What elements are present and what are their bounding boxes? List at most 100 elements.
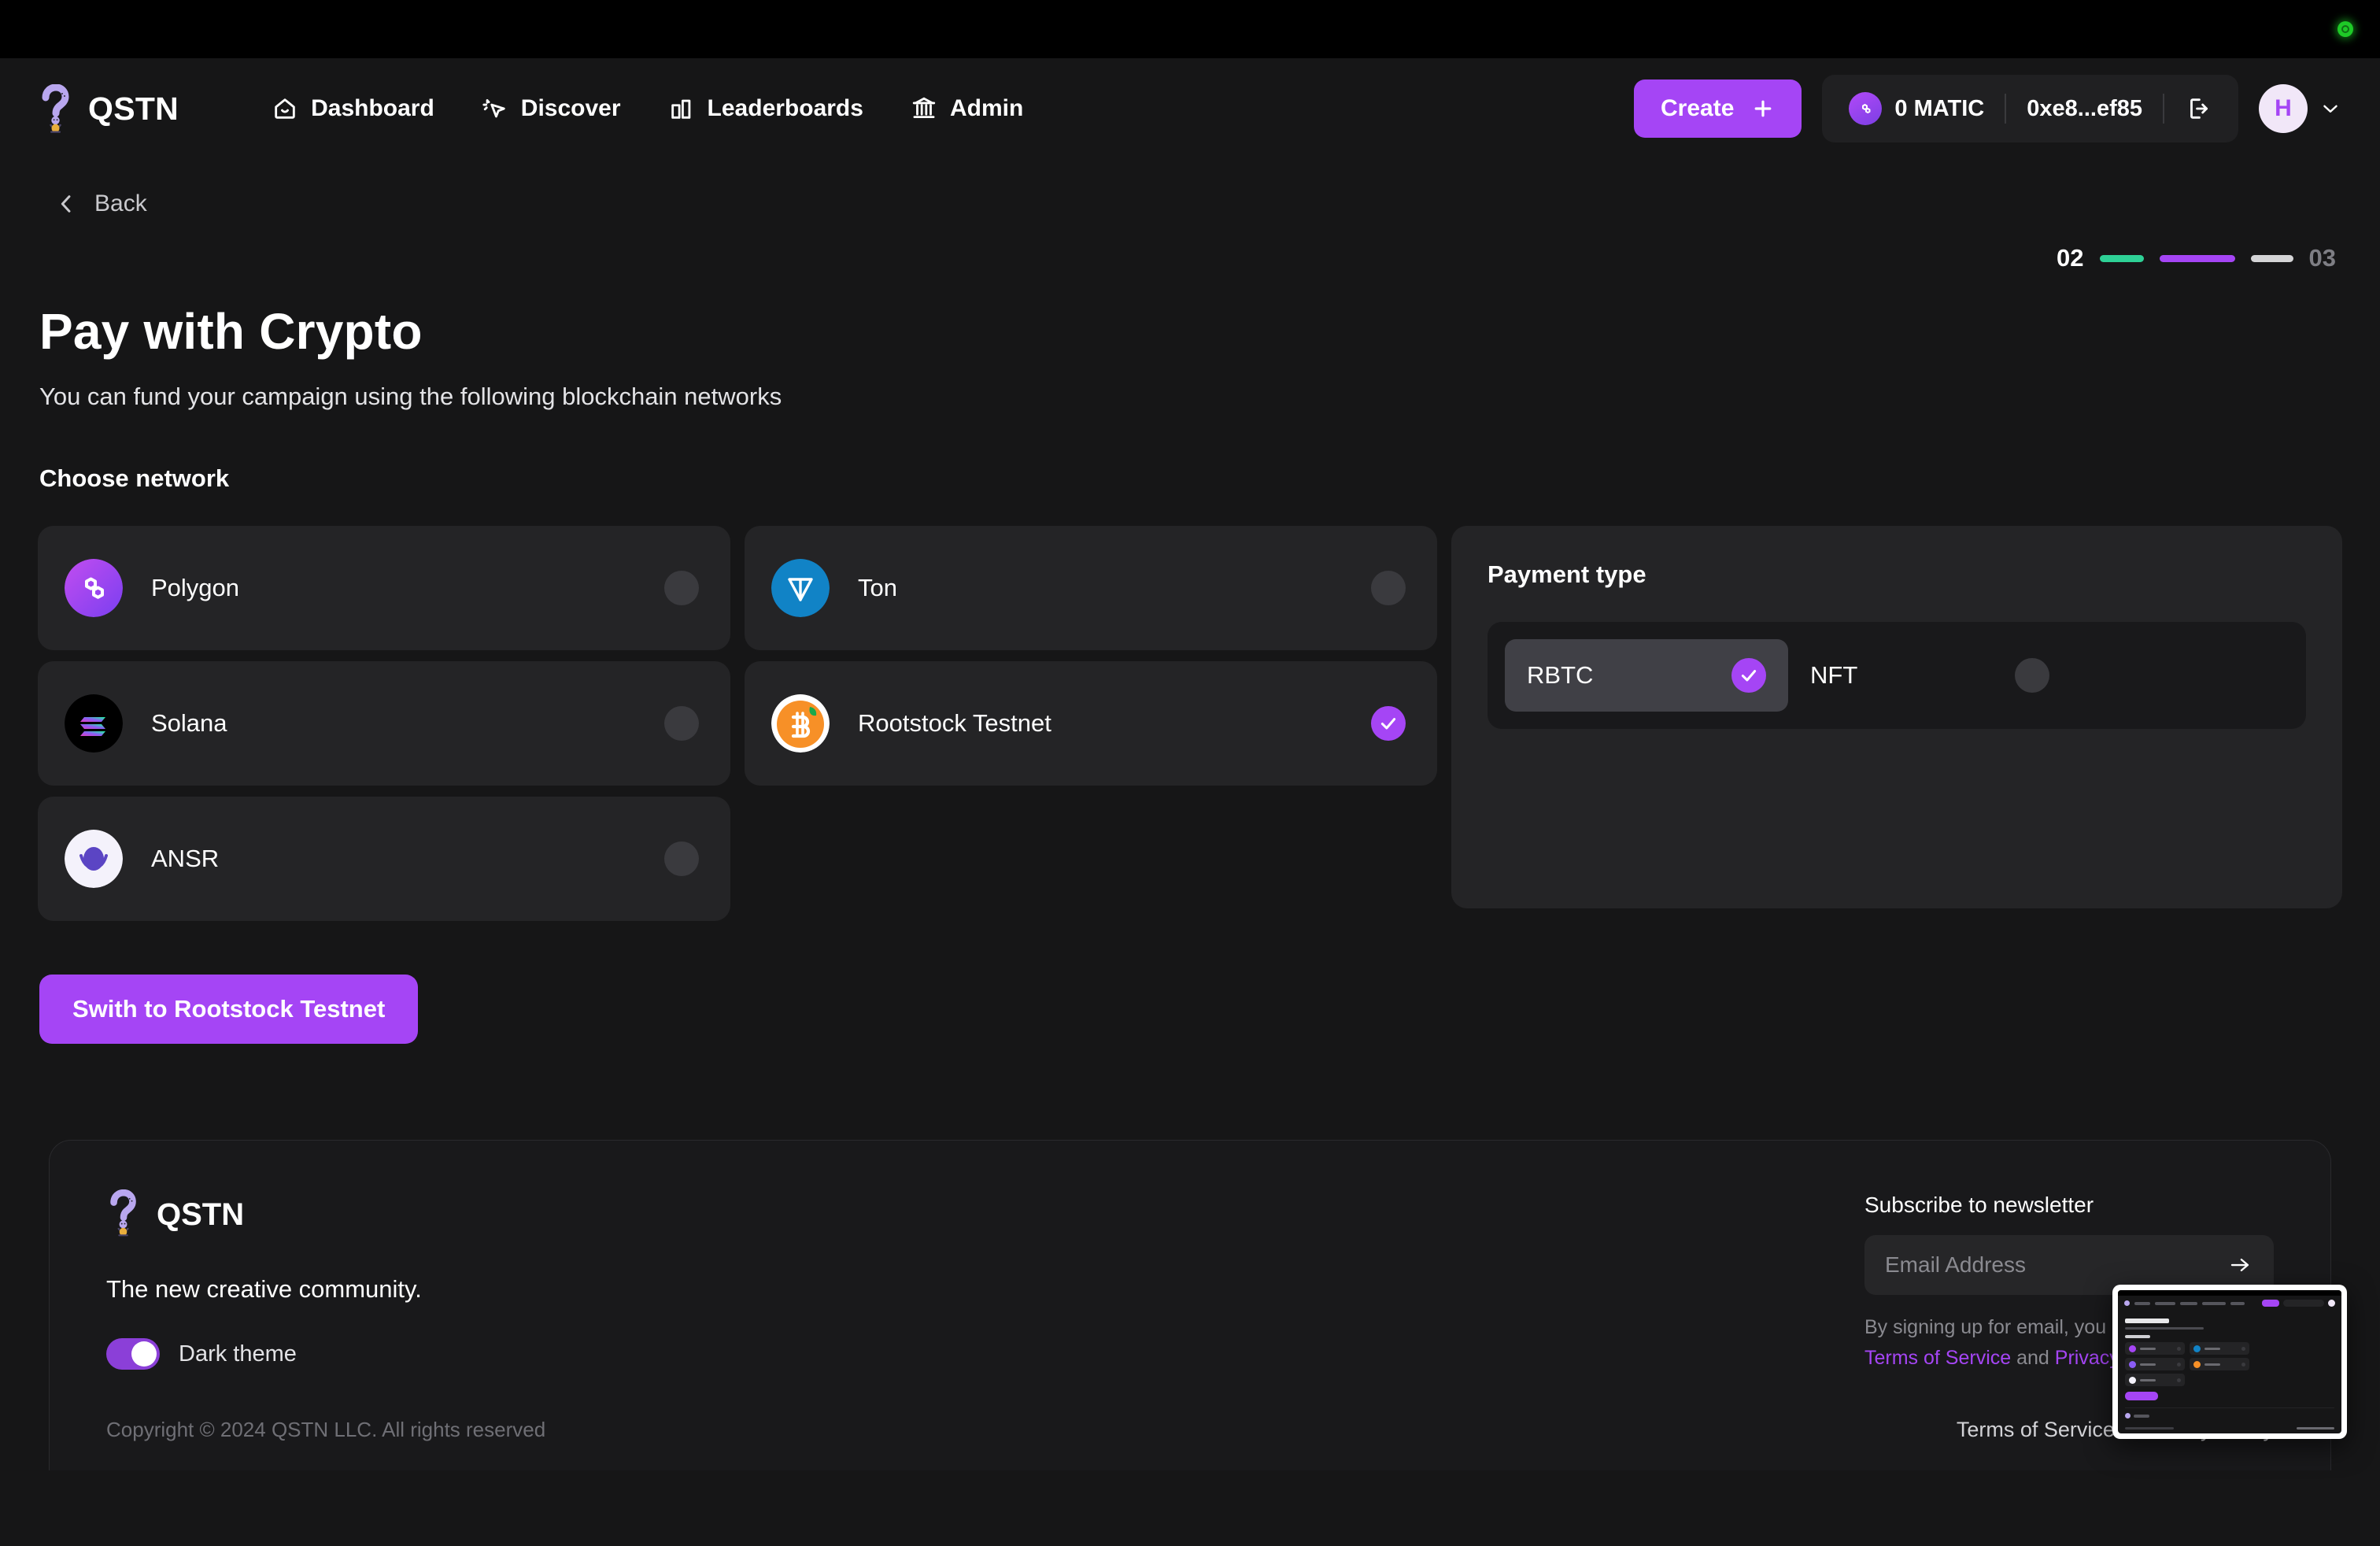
pip-network-grid: [2125, 1342, 2334, 1386]
wallet-balance[interactable]: 0 MATIC: [1828, 92, 2005, 125]
step-bar-complete: [2099, 254, 2144, 262]
payment-option-rbtc[interactable]: RBTC: [1505, 639, 1788, 712]
network-option-rootstock-testnet[interactable]: Rootstock Testnet: [745, 661, 1437, 786]
account-menu[interactable]: H: [2259, 84, 2342, 133]
pip-network-column: [2125, 1342, 2185, 1386]
wallet-address[interactable]: 0xe8...ef85: [2006, 96, 2163, 122]
network-name: Ton: [858, 574, 897, 601]
polygon-icon: [65, 559, 123, 617]
network-radio[interactable]: [664, 706, 699, 741]
pip-network-card: [2190, 1358, 2249, 1370]
payment-option-label: NFT: [1810, 661, 1858, 689]
pip-brand: [2134, 1301, 2150, 1305]
pip-logo-icon: [2124, 1300, 2130, 1306]
pip-logo-icon: [2125, 1413, 2131, 1418]
terms-of-service-link[interactable]: Terms of Service: [1864, 1347, 2011, 1369]
dark-theme-label: Dark theme: [179, 1341, 297, 1367]
site-header: QSTN Dashboard Discover Leaderboards Adm…: [0, 58, 2380, 159]
screen-share-preview[interactable]: [2112, 1285, 2347, 1439]
brand-name: QSTN: [88, 90, 179, 127]
email-input[interactable]: [1885, 1252, 2227, 1278]
qstn-question-mark-icon: [106, 1189, 141, 1241]
screen: QSTN Dashboard Discover Leaderboards Adm…: [0, 0, 2380, 1546]
nav-item-admin[interactable]: Admin: [887, 84, 1047, 133]
network-radio-selected[interactable]: [1371, 706, 1406, 741]
brand-logo-link[interactable]: QSTN: [38, 83, 179, 133]
main-content: Back 02 03 Pay with Crypto You can fund …: [0, 159, 2380, 1470]
pip-footer: [2125, 1407, 2334, 1418]
network-radio[interactable]: [664, 571, 699, 605]
pip-avatar: [2328, 1300, 2335, 1307]
pip-nav-item: [2180, 1301, 2197, 1305]
step-indicator: 02 03: [38, 244, 2342, 272]
back-button[interactable]: Back: [38, 159, 147, 239]
network-name: ANSR: [151, 845, 220, 872]
pip-header: [2118, 1296, 2341, 1311]
network-radio[interactable]: [1371, 571, 1406, 605]
pip-nav-item: [2202, 1301, 2226, 1305]
step-current: 02: [2057, 244, 2084, 272]
cursor-sparkle-icon: [482, 95, 508, 122]
network-selection: Polygon Solana ANSR Ton Rootstock Testne…: [38, 526, 2342, 921]
solana-icon: [65, 694, 123, 753]
nav-item-discover[interactable]: Discover: [458, 84, 645, 133]
pip-create-button: [2262, 1300, 2279, 1307]
nav-item-dashboard[interactable]: Dashboard: [248, 84, 458, 133]
payment-type-panel: Payment type RBTC NFT: [1451, 526, 2342, 908]
choose-network-label: Choose network: [39, 464, 230, 492]
create-button[interactable]: Create: [1634, 80, 1802, 138]
payment-option-nft[interactable]: NFT: [1788, 639, 2071, 712]
network-name: Polygon: [151, 574, 240, 601]
avatar: H: [2259, 84, 2308, 133]
bank-icon: [911, 95, 937, 122]
nav-item-leaderboards[interactable]: Leaderboards: [645, 84, 887, 133]
check-icon: [1380, 718, 1396, 730]
footer-brand[interactable]: QSTN: [106, 1189, 422, 1241]
main-nav: Dashboard Discover Leaderboards Admin: [248, 84, 1047, 133]
newsletter-submit-button[interactable]: [2227, 1253, 2253, 1277]
logout-button[interactable]: [2164, 95, 2232, 122]
pip-footer-brand: [2125, 1413, 2149, 1418]
pip-header-actions: [2262, 1300, 2335, 1307]
footer-link-terms[interactable]: Terms of Service: [1957, 1418, 2115, 1442]
logout-icon: [2190, 98, 2208, 119]
pip-copyright: [2125, 1427, 2174, 1429]
footer-tagline: The new creative community.: [106, 1275, 422, 1303]
pip-network-card: [2125, 1358, 2185, 1370]
nav-label: Leaderboards: [707, 95, 863, 121]
step-next: 03: [2308, 244, 2336, 272]
back-label: Back: [94, 190, 147, 216]
payment-radio-selected[interactable]: [1731, 658, 1766, 693]
network-name: Rootstock Testnet: [858, 709, 1051, 737]
nav-label: Dashboard: [311, 95, 434, 121]
theme-toggle-row: Dark theme: [106, 1338, 422, 1370]
step-bar-remaining: [2250, 254, 2293, 262]
footer-brand-name: QSTN: [157, 1197, 245, 1232]
dark-theme-toggle[interactable]: [106, 1338, 160, 1370]
recording-dot-icon: [2338, 21, 2353, 37]
pip-footer-bottom: [2125, 1427, 2334, 1429]
pip-body: [2118, 1311, 2341, 1400]
payment-radio[interactable]: [2015, 658, 2049, 693]
check-icon: [1741, 670, 1757, 682]
pip-section-label: [2125, 1335, 2150, 1338]
network-option-ansr[interactable]: ANSR: [38, 797, 730, 921]
disclaimer-and: and: [2011, 1346, 2055, 1369]
chevron-down-icon: [2323, 105, 2338, 113]
pip-newsletter: [2287, 1413, 2334, 1418]
ansr-icon: [65, 830, 123, 888]
network-radio[interactable]: [664, 841, 699, 876]
network-option-ton[interactable]: Ton: [745, 526, 1437, 650]
pip-nav-item: [2155, 1301, 2175, 1305]
network-option-solana[interactable]: Solana: [38, 661, 730, 786]
arrow-right-icon: [2230, 1258, 2249, 1272]
pip-wallet-chip: [2283, 1300, 2324, 1307]
payment-type-group: RBTC NFT: [1488, 622, 2306, 729]
home-icon: [272, 95, 298, 122]
switch-network-button[interactable]: Swith to Rootstock Testnet: [39, 975, 419, 1044]
pip-title: [2125, 1319, 2169, 1323]
network-option-polygon[interactable]: Polygon: [38, 526, 730, 650]
app-page: QSTN Dashboard Discover Leaderboards Adm…: [0, 58, 2380, 1546]
plus-icon: [1755, 100, 1772, 117]
pip-subtitle: [2125, 1327, 2204, 1330]
